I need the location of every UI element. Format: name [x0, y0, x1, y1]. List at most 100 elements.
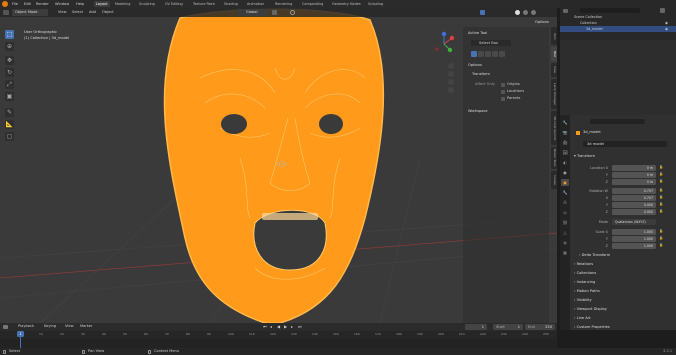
- prev-keyframe-icon[interactable]: ◂: [270, 324, 272, 329]
- ortho-toggle-icon[interactable]: [448, 87, 454, 93]
- relations-section-header[interactable]: › Relations: [574, 261, 674, 268]
- tab-geometry-nodes[interactable]: Geometry Nodes: [330, 1, 363, 7]
- scale-z-field[interactable]: 1.000: [612, 243, 656, 249]
- playback-menu[interactable]: Playback: [18, 324, 34, 329]
- view-layer-properties-icon[interactable]: 🖼: [561, 149, 569, 156]
- tool-name-field[interactable]: Select Box: [471, 40, 511, 46]
- rotation-w-field[interactable]: 0.707: [612, 188, 656, 194]
- transform-tool-icon[interactable]: ▣: [5, 92, 14, 101]
- cursor-tool-icon[interactable]: ⊕: [5, 42, 14, 51]
- locations-checkbox[interactable]: [501, 90, 505, 94]
- play-reverse-icon[interactable]: ◀: [277, 324, 280, 329]
- rotation-y-field[interactable]: 0.000: [612, 202, 656, 208]
- outliner-search-field[interactable]: [580, 8, 640, 13]
- transform-header[interactable]: Transform: [472, 72, 490, 76]
- line-art-section-header[interactable]: › Line Art: [574, 315, 674, 322]
- sidebar-tab-tool[interactable]: Tool: [551, 47, 557, 61]
- instancing-section-header[interactable]: › Instancing: [574, 279, 674, 286]
- visibility-eye-icon[interactable]: ◉: [665, 26, 668, 32]
- location-x-field[interactable]: 0 m: [612, 165, 656, 171]
- lock-icon[interactable]: 🔓: [659, 209, 664, 215]
- jump-start-icon[interactable]: ⏮: [263, 324, 267, 329]
- select-mode-extend-icon[interactable]: [478, 51, 484, 57]
- outliner-editor-icon[interactable]: [563, 9, 568, 13]
- blender-logo-icon[interactable]: [2, 1, 8, 7]
- snap-icon[interactable]: [272, 10, 277, 15]
- select-mode-intersect-icon[interactable]: [499, 51, 505, 57]
- delta-transform-section-header[interactable]: › Delta Transform: [579, 252, 676, 259]
- location-z-field[interactable]: 0 m: [612, 179, 656, 185]
- active-tool-header[interactable]: Active Tool: [468, 31, 487, 35]
- pan-view-icon[interactable]: [448, 71, 454, 77]
- sidebar-tab-create[interactable]: Create: [551, 171, 557, 189]
- shading-material-icon[interactable]: [523, 10, 528, 15]
- rotation-mode-dropdown[interactable]: Quaternion (WXYZ): [612, 219, 656, 225]
- lock-icon[interactable]: 🔓: [659, 172, 664, 178]
- tab-scripting[interactable]: Scripting: [366, 1, 385, 7]
- filter-icon[interactable]: [660, 8, 665, 13]
- viewport-display-section-header[interactable]: › Viewport Display: [574, 306, 674, 313]
- editor-type-icon[interactable]: [3, 10, 9, 15]
- select-box-tool-icon[interactable]: ⬚: [5, 30, 14, 39]
- tool-properties-icon[interactable]: 🔧: [561, 119, 569, 126]
- select-mode-subtract-icon[interactable]: [485, 51, 491, 57]
- timeline-view-menu[interactable]: View: [65, 324, 74, 329]
- current-frame-field[interactable]: 1: [465, 324, 487, 330]
- rotation-x-field[interactable]: 0.707: [612, 195, 656, 201]
- scale-tool-icon[interactable]: ⤢: [5, 80, 14, 89]
- output-properties-icon[interactable]: 🖨: [561, 139, 569, 146]
- add-cube-tool-icon[interactable]: ▢: [5, 132, 14, 141]
- rotate-tool-icon[interactable]: ↻: [5, 68, 14, 77]
- select-mode-set-icon[interactable]: [471, 51, 477, 57]
- lock-icon[interactable]: 🔓: [659, 165, 664, 171]
- next-keyframe-icon[interactable]: ▸: [291, 324, 293, 329]
- menu-help[interactable]: Help: [76, 2, 84, 6]
- play-icon[interactable]: ▶: [284, 324, 287, 329]
- sidebar-tab-bezier-tools[interactable]: Bezier Tools: [551, 147, 557, 169]
- proportional-edit-icon[interactable]: [290, 10, 295, 15]
- sidebar-tab-item[interactable]: Item: [551, 27, 557, 45]
- start-frame-field[interactable]: Start 1: [493, 324, 523, 330]
- select-mode-invert-icon[interactable]: [492, 51, 498, 57]
- origins-checkbox[interactable]: [501, 83, 505, 87]
- camera-view-icon[interactable]: [448, 79, 454, 85]
- menu-window[interactable]: Window: [55, 2, 69, 6]
- menu-add[interactable]: Add: [89, 10, 96, 15]
- lock-icon[interactable]: 🔓: [659, 236, 664, 242]
- tab-rendering[interactable]: Rendering: [273, 1, 294, 7]
- rotation-z-field[interactable]: 0.000: [612, 209, 656, 215]
- tab-modeling[interactable]: Modeling: [113, 1, 132, 7]
- render-properties-icon[interactable]: 📷: [561, 129, 569, 136]
- zoom-view-icon[interactable]: [448, 63, 454, 69]
- annotate-tool-icon[interactable]: ✎: [5, 108, 14, 117]
- parents-checkbox[interactable]: [501, 97, 505, 101]
- options-header[interactable]: Options: [468, 63, 482, 67]
- measure-tool-icon[interactable]: 📐: [5, 120, 14, 129]
- workspace-header[interactable]: Workspace: [468, 109, 488, 113]
- area-separator[interactable]: [560, 40, 676, 115]
- sidebar-tab-3d-coat[interactable]: 3D-Coat Applink: [551, 111, 557, 145]
- lock-icon[interactable]: 🔓: [659, 243, 664, 249]
- collections-section-header[interactable]: › Collections: [574, 270, 674, 277]
- menu-render[interactable]: Render: [36, 2, 49, 6]
- scale-y-field[interactable]: 1.000: [612, 236, 656, 242]
- outliner-row-3d-model[interactable]: 3d_model ◉: [560, 26, 676, 32]
- keying-menu[interactable]: Keying: [44, 324, 56, 329]
- move-tool-icon[interactable]: ✥: [5, 56, 14, 65]
- menu-select[interactable]: Select: [72, 10, 83, 15]
- mode-dropdown[interactable]: Object Mode: [12, 9, 48, 16]
- navigation-gizmo[interactable]: [430, 30, 458, 60]
- tab-shading[interactable]: Shading: [222, 1, 240, 7]
- options-button[interactable]: Options: [535, 20, 549, 25]
- object-name-field[interactable]: 3d model: [583, 141, 667, 147]
- properties-search-field[interactable]: [590, 119, 645, 124]
- shading-rendered-icon[interactable]: [531, 10, 536, 15]
- lock-icon[interactable]: 🔓: [659, 229, 664, 235]
- menu-object[interactable]: Object: [102, 10, 114, 15]
- tab-uv-editing[interactable]: UV Editing: [163, 1, 185, 7]
- lock-icon[interactable]: 🔓: [659, 195, 664, 201]
- lock-icon[interactable]: 🔓: [659, 188, 664, 194]
- timeline-editor-icon[interactable]: [3, 325, 8, 329]
- sidebar-tab-lamp-manager[interactable]: Lamp Manager: [551, 79, 557, 109]
- tab-animation[interactable]: Animation: [245, 1, 266, 7]
